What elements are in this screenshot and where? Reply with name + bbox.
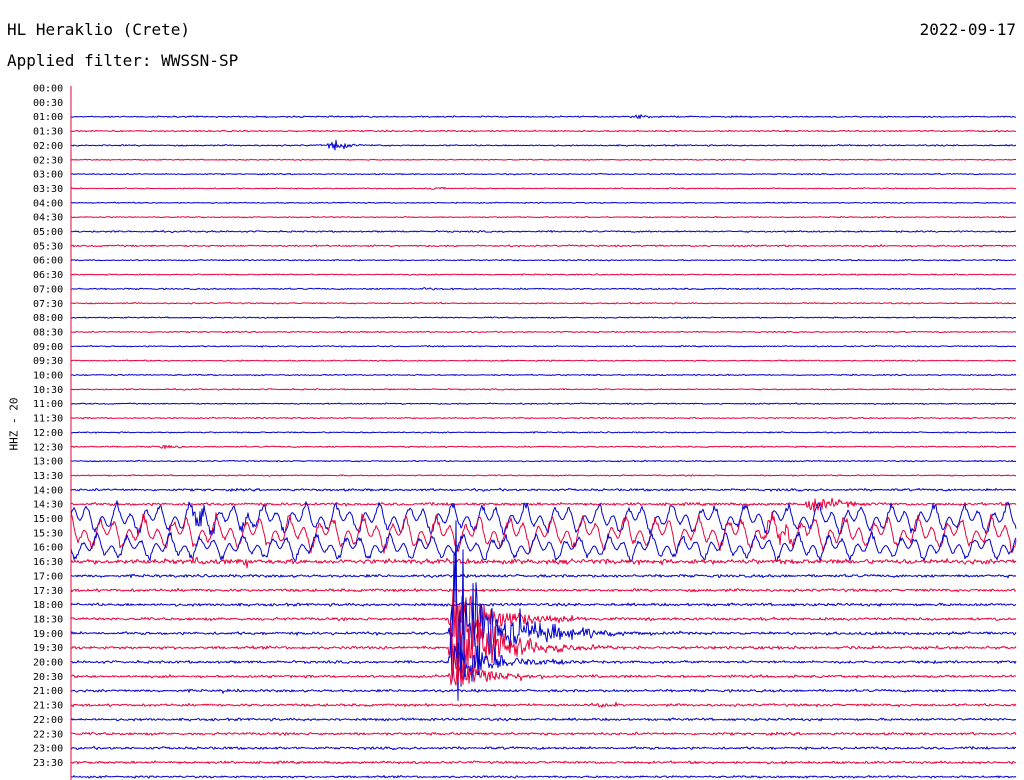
seismic-trace	[70, 717, 1017, 722]
seismic-trace	[70, 139, 1017, 151]
time-tick-label: 20:30	[33, 672, 63, 683]
seismic-trace	[70, 201, 1016, 204]
seismic-trace	[70, 345, 1017, 348]
seismic-trace	[71, 302, 1017, 305]
seismic-trace	[70, 459, 1017, 463]
seismic-trace	[70, 114, 1017, 119]
time-tick-label: 06:00	[33, 256, 63, 267]
seismic-trace	[70, 661, 1017, 686]
time-tick-label: 08:00	[33, 313, 63, 324]
time-tick-label: 22:00	[33, 715, 63, 726]
seismogram-plot: 00:00 00:30 01:00 01:30 02:00 02:30 03:00 03:30…	[33, 84, 1017, 780]
time-tick-label: 21:30	[33, 701, 63, 712]
seismic-trace	[70, 589, 1017, 645]
time-tick-label: 19:30	[33, 643, 63, 654]
time-tick-label: 10:00	[33, 371, 63, 382]
seismic-trace	[70, 129, 1017, 133]
trace-group	[70, 114, 1017, 779]
time-tick-label: 09:00	[33, 342, 63, 353]
seismic-trace	[70, 215, 1017, 219]
seismic-trace	[70, 416, 1017, 420]
seismic-trace	[71, 731, 1017, 736]
seismic-trace	[70, 688, 1017, 694]
seismic-trace	[70, 186, 1017, 190]
seismic-trace	[70, 388, 1017, 391]
seismic-trace	[70, 556, 1017, 569]
seismic-trace	[70, 244, 1017, 248]
time-tick-label: 00:00	[33, 84, 63, 95]
seismic-trace	[70, 444, 1017, 450]
time-tick-label: 02:00	[33, 141, 63, 152]
time-tick-label: 23:00	[33, 744, 63, 755]
time-tick-label: 03:00	[33, 170, 63, 181]
seismic-trace	[70, 587, 1017, 593]
time-tick-label: 07:00	[33, 284, 63, 295]
time-tick-label: 02:30	[33, 155, 63, 166]
seismic-trace	[70, 316, 1017, 319]
time-tick-label: 01:30	[33, 127, 63, 138]
time-tick-label: 21:00	[33, 686, 63, 697]
seismic-trace	[70, 287, 1017, 291]
seismic-trace	[70, 760, 1017, 765]
time-tick-label: 15:30	[33, 528, 63, 539]
seismic-trace	[70, 273, 1016, 276]
time-tick-label: 13:30	[33, 471, 63, 482]
time-tick-label: 03:30	[33, 184, 63, 195]
seismic-trace	[70, 497, 1017, 512]
time-tick-label: 23:30	[33, 758, 63, 769]
time-tick-label: 16:30	[33, 557, 63, 568]
time-tick-label: 18:30	[33, 614, 63, 625]
time-tick-label: 08:30	[33, 327, 63, 338]
time-tick-label: 19:00	[33, 629, 63, 640]
seismic-trace	[70, 632, 1017, 682]
seismic-trace	[70, 373, 1017, 377]
time-tick-label: 05:30	[33, 241, 63, 252]
seismic-trace	[70, 573, 1017, 579]
time-tick-label: 00:30	[33, 98, 63, 109]
seismic-trace	[70, 520, 1017, 701]
time-tick-label: 22:30	[33, 729, 63, 740]
seismic-trace	[70, 701, 1017, 708]
time-tick-label: 14:00	[33, 485, 63, 496]
time-tick-label: 18:00	[33, 600, 63, 611]
seismic-trace	[70, 775, 1017, 779]
seismic-trace	[70, 258, 1017, 262]
time-tick-label: 09:30	[33, 356, 63, 367]
time-tick-label: 07:30	[33, 299, 63, 310]
seismic-trace	[70, 229, 1017, 233]
tick-label-group: 00:00 00:30 01:00 01:30 02:00 02:30 03:00 03:30…	[33, 84, 63, 769]
time-tick-label: 13:00	[33, 457, 63, 468]
seismic-trace	[70, 602, 1017, 607]
seismic-trace	[70, 431, 1017, 434]
seismic-trace	[70, 158, 1017, 161]
time-tick-label: 15:00	[33, 514, 63, 525]
time-tick-label: 14:30	[33, 500, 63, 511]
seismic-trace	[70, 487, 1017, 492]
time-tick-label: 10:30	[33, 385, 63, 396]
seismic-trace	[70, 745, 1017, 751]
time-tick-label: 16:00	[33, 543, 63, 554]
time-tick-label: 17:00	[33, 571, 63, 582]
time-tick-label: 12:00	[33, 428, 63, 439]
time-tick-label: 05:00	[33, 227, 63, 238]
time-tick-label: 17:30	[33, 586, 63, 597]
time-tick-label: 20:00	[33, 658, 63, 669]
time-tick-label: 04:00	[33, 198, 63, 209]
time-tick-label: 11:30	[33, 414, 63, 425]
time-tick-label: 11:00	[33, 399, 63, 410]
seismic-trace	[70, 474, 1017, 477]
seismic-trace	[70, 359, 1017, 362]
time-tick-label: 01:00	[33, 112, 63, 123]
seismic-trace	[70, 402, 1017, 405]
time-tick-label: 06:30	[33, 270, 63, 281]
seismic-trace	[70, 172, 1017, 176]
seismic-trace	[70, 330, 1017, 334]
time-tick-label: 04:30	[33, 213, 63, 224]
time-tick-label: 12:30	[33, 442, 63, 453]
